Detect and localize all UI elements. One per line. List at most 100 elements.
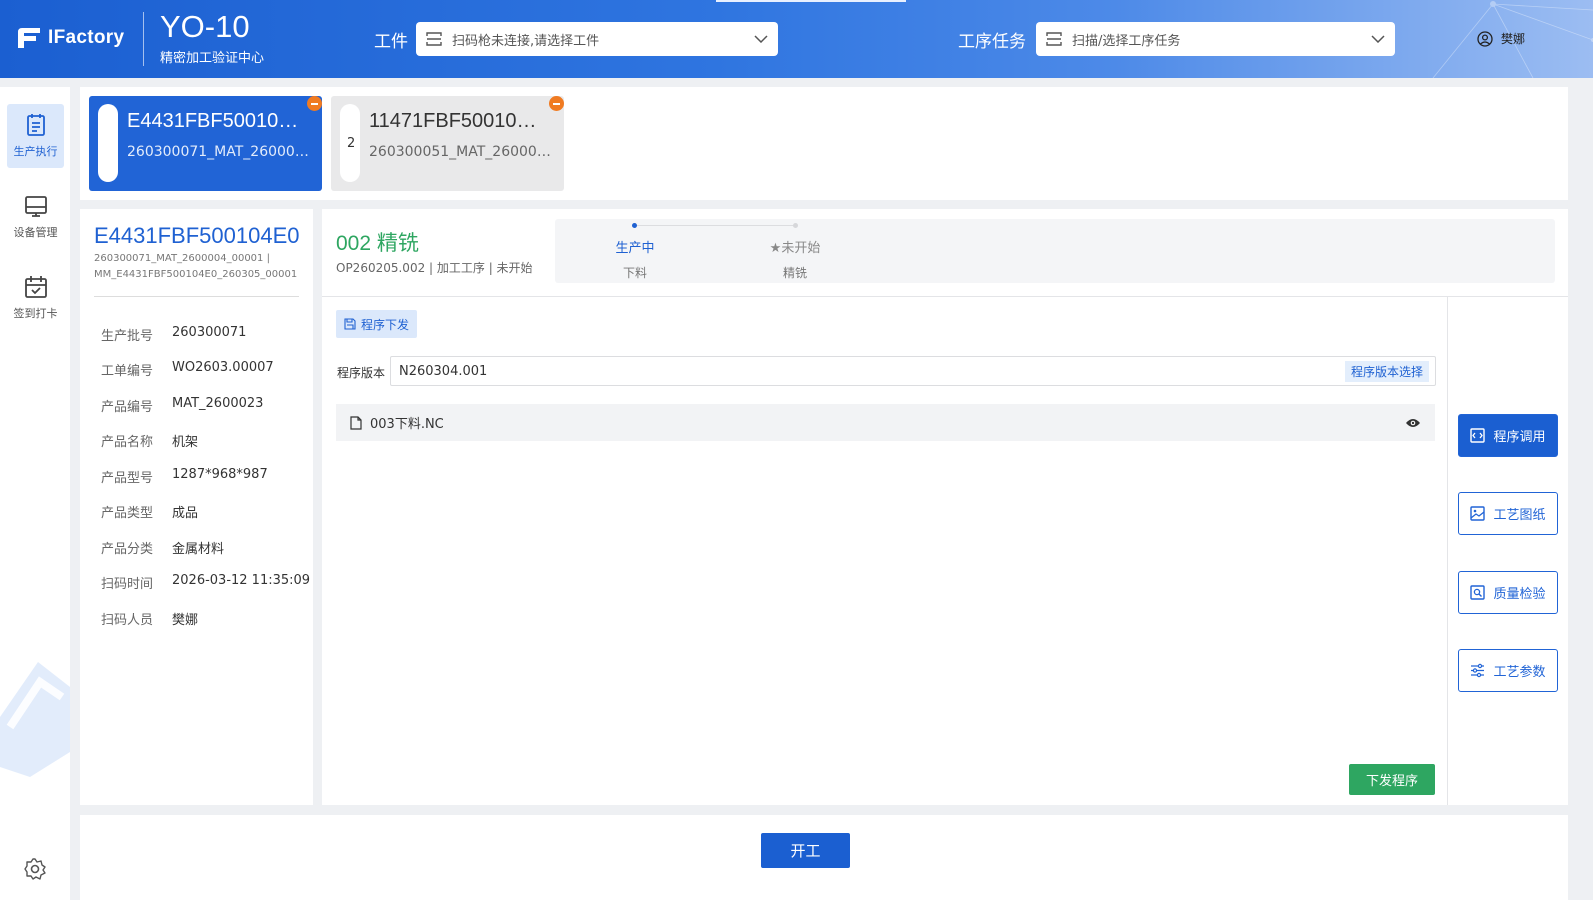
program-file-name: 003下料.NC bbox=[370, 417, 444, 432]
operation-meta: OP260205.002 | 加工工序 | 未开始 bbox=[336, 261, 533, 275]
info-key: 产品分类 bbox=[101, 542, 154, 557]
program-call-icon bbox=[1470, 428, 1486, 443]
step-dot-pending bbox=[793, 223, 798, 228]
send-program-button[interactable]: 下发程序 bbox=[1349, 764, 1435, 795]
step-name: 下料 bbox=[622, 266, 647, 280]
info-row-order: 工单编号 WO2603.00007 bbox=[101, 360, 274, 379]
task-select[interactable]: 扫描/选择工序任务 bbox=[1036, 22, 1395, 56]
process-drawing-button[interactable]: 工艺图纸 bbox=[1458, 492, 1558, 535]
info-key: 生产批号 bbox=[101, 329, 154, 344]
info-row-product-name: 产品名称 机架 bbox=[101, 431, 198, 450]
task-select-placeholder: 扫描/选择工序任务 bbox=[1072, 33, 1181, 49]
chevron-down-icon bbox=[1371, 35, 1385, 43]
inspect-icon bbox=[1470, 585, 1486, 600]
app-logo: IFactory bbox=[16, 26, 124, 50]
workpiece-select-placeholder: 扫码枪未连接,请选择工件 bbox=[452, 33, 600, 49]
info-row-scan-time: 扫码时间 2026-03-12 11:35:09 bbox=[101, 573, 310, 592]
sidebar-item-label: 签到打卡 bbox=[13, 307, 58, 320]
remove-tab-icon[interactable] bbox=[549, 96, 564, 111]
info-value: 樊娜 bbox=[172, 613, 199, 628]
step-cutting[interactable]: 生产中 下料 bbox=[595, 237, 675, 281]
sidebar: 生产执行 设备管理 签到打卡 bbox=[0, 87, 70, 900]
step-connector bbox=[635, 225, 795, 226]
save-icon bbox=[344, 318, 356, 330]
chevron-down-icon bbox=[754, 35, 768, 43]
process-steps: 生产中 下料 ★未开始 精铣 bbox=[555, 219, 1555, 283]
program-version-field[interactable]: N260304.001 程序版本选择 bbox=[390, 356, 1436, 386]
divider bbox=[322, 296, 1568, 297]
info-value: 2026-03-12 11:35:09 bbox=[172, 573, 311, 588]
calendar-check-icon bbox=[24, 276, 47, 298]
program-call-button[interactable]: 程序调用 bbox=[1458, 414, 1558, 457]
sidebar-item-production[interactable]: 生产执行 bbox=[7, 104, 64, 168]
action-footer: 开工 bbox=[80, 815, 1568, 900]
info-key: 产品名称 bbox=[101, 435, 154, 450]
workpiece-info-panel: E4431FBF500104E0 260300071_MAT_2600004_0… bbox=[80, 209, 313, 805]
user-icon bbox=[1477, 30, 1493, 47]
info-row-product-category: 产品分类 金属材料 bbox=[101, 538, 224, 557]
sidebar-item-label: 生产执行 bbox=[13, 145, 58, 158]
info-value: WO2603.00007 bbox=[172, 360, 274, 375]
sidebar-item-checkin[interactable]: 签到打卡 bbox=[7, 266, 64, 330]
workpiece-select[interactable]: 扫码枪未连接,请选择工件 bbox=[416, 22, 778, 56]
user-menu[interactable]: 樊娜 bbox=[1477, 30, 1525, 47]
program-dispatch-tab[interactable]: 程序下发 bbox=[336, 310, 418, 338]
info-key: 扫码时间 bbox=[101, 577, 154, 592]
program-file-row[interactable]: 003下料.NC bbox=[336, 404, 1435, 441]
start-work-button[interactable]: 开工 bbox=[761, 833, 850, 868]
image-icon bbox=[1470, 506, 1486, 521]
program-version-select-button[interactable]: 程序版本选择 bbox=[1344, 360, 1429, 382]
info-value: 成品 bbox=[172, 506, 199, 521]
workpiece-code: E4431FBF500104E0 bbox=[94, 223, 300, 248]
station-info: YO-10 精密加工验证中心 bbox=[160, 9, 265, 67]
station-code: YO-10 bbox=[160, 9, 250, 44]
logo-text: IFactory bbox=[48, 27, 125, 48]
info-value: 机架 bbox=[172, 435, 199, 450]
info-key: 扫码人员 bbox=[101, 613, 154, 628]
task-label: 工序任务 bbox=[958, 32, 1026, 52]
divider bbox=[94, 296, 299, 297]
gear-icon[interactable] bbox=[23, 857, 47, 881]
info-value: 260300071 bbox=[172, 325, 247, 340]
info-key: 产品编号 bbox=[101, 400, 154, 415]
step-name: 精铣 bbox=[782, 266, 807, 280]
info-row-product-code: 产品编号 MAT_2600023 bbox=[101, 396, 263, 415]
info-key: 产品类型 bbox=[101, 506, 154, 521]
step-status: 生产中 bbox=[615, 241, 655, 256]
info-key: 工单编号 bbox=[101, 364, 154, 379]
step-dot-active bbox=[632, 223, 637, 228]
workpiece-label: 工件 bbox=[374, 32, 408, 52]
workpiece-tab-1[interactable]: 1 E4431FBF50010… 260300071_MAT_260000… bbox=[89, 96, 322, 191]
scan-icon bbox=[1046, 32, 1062, 46]
sidebar-decoration bbox=[0, 662, 70, 777]
info-value: 金属材料 bbox=[172, 542, 225, 557]
program-call-label: 程序调用 bbox=[1493, 430, 1546, 445]
sidebar-item-equipment[interactable]: 设备管理 bbox=[7, 185, 64, 249]
process-params-label: 工艺参数 bbox=[1493, 665, 1546, 680]
divider bbox=[1447, 297, 1448, 805]
workpiece-meta: 260300071_MAT_2600004_00001 | MM_E4431FB… bbox=[94, 253, 298, 280]
ifactory-logo-icon bbox=[18, 28, 40, 48]
quality-inspection-button[interactable]: 质量检验 bbox=[1458, 571, 1558, 614]
remove-tab-icon[interactable] bbox=[307, 96, 322, 111]
process-params-button[interactable]: 工艺参数 bbox=[1458, 649, 1558, 692]
program-version-label: 程序版本 bbox=[337, 366, 386, 380]
program-version-value: N260304.001 bbox=[399, 363, 488, 379]
file-icon bbox=[350, 415, 362, 430]
info-row-scanner: 扫码人员 樊娜 bbox=[101, 609, 198, 628]
step-finish-milling[interactable]: ★未开始 精铣 bbox=[755, 237, 835, 281]
sidebar-item-label: 设备管理 bbox=[13, 226, 58, 239]
step-status: ★未开始 bbox=[769, 241, 821, 256]
eye-icon[interactable] bbox=[1405, 417, 1421, 429]
tab-index: 1 bbox=[105, 136, 114, 151]
station-name: 精密加工验证中心 bbox=[160, 51, 265, 66]
sliders-icon bbox=[1471, 663, 1485, 678]
monitor-icon bbox=[24, 196, 47, 217]
program-dispatch-label: 程序下发 bbox=[361, 317, 410, 332]
quality-inspection-label: 质量检验 bbox=[1493, 587, 1546, 602]
tab-subtitle: 260300051_MAT_260000… bbox=[369, 144, 557, 160]
workpiece-tab-2[interactable]: 2 11471FBF50010… 260300051_MAT_260000… bbox=[331, 96, 564, 191]
info-value: 1287*968*987 bbox=[172, 467, 268, 482]
tab-title: E4431FBF50010… bbox=[127, 110, 299, 132]
operation-panel: 002 精铣 OP260205.002 | 加工工序 | 未开始 生产中 下料 … bbox=[322, 209, 1568, 805]
